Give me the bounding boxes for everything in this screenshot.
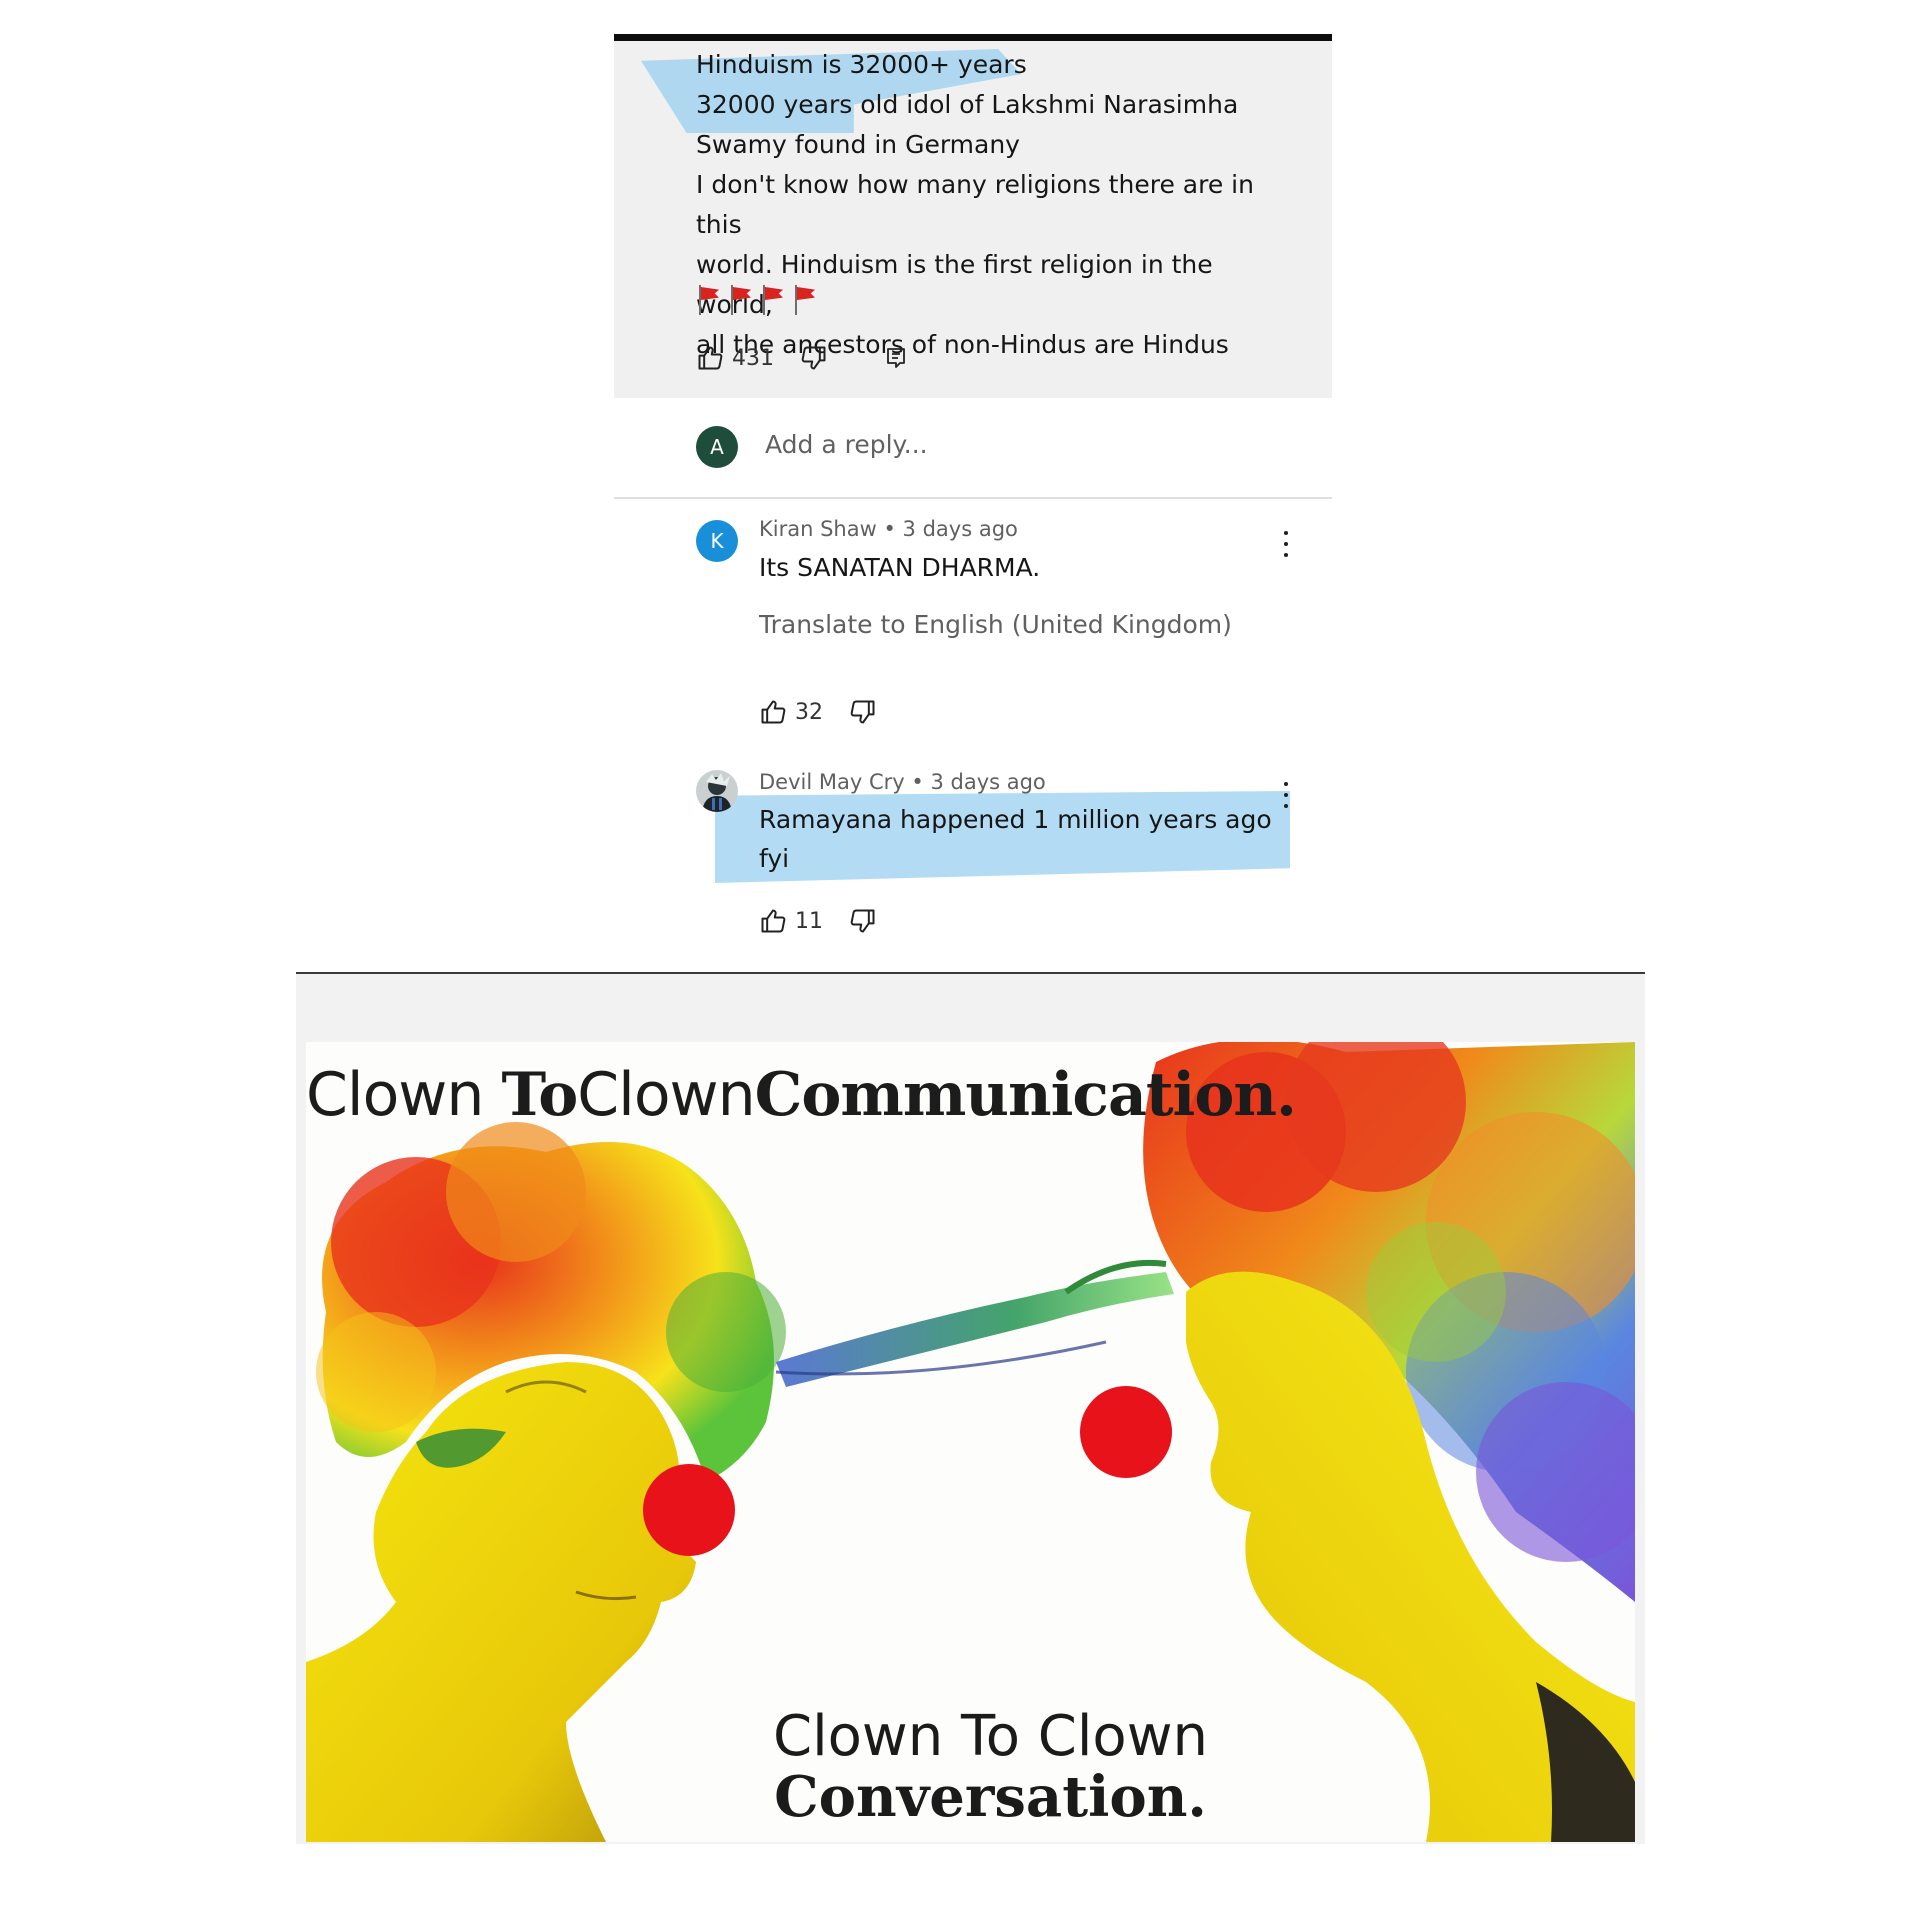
bottom-caption: Clown To Clown Conversation. <box>306 1704 1635 1830</box>
more-options-icon[interactable] <box>1283 531 1289 557</box>
avatar <box>696 770 738 812</box>
caption-part: Clown <box>306 1060 502 1130</box>
caption-part: Communication. <box>754 1060 1297 1130</box>
top-divider <box>614 34 1332 41</box>
add-reply-box[interactable]: A Add a reply... <box>614 398 1332 499</box>
reply-icon[interactable] <box>884 346 908 370</box>
reply-line: fyi <box>759 844 790 873</box>
meta-separator: • <box>911 770 924 794</box>
clown-nose <box>1080 1386 1172 1478</box>
like-count: 11 <box>795 908 823 934</box>
caption-part: To <box>501 1060 578 1130</box>
thumbs-up-icon[interactable] <box>759 698 787 726</box>
like-count: 431 <box>732 345 774 371</box>
meta-separator: • <box>883 517 896 541</box>
clown-meme-image: Clown ToClownCommunication. Clown To Clo… <box>306 1042 1635 1842</box>
comment-line: I don't know how many religions there ar… <box>696 170 1254 239</box>
more-options-icon[interactable] <box>1283 782 1289 808</box>
comment-line: Swamy found in Germany <box>696 130 1020 159</box>
like-count: 32 <box>795 699 823 725</box>
caption-part: Clown <box>577 1060 755 1130</box>
thumbs-up-icon[interactable] <box>759 907 787 935</box>
author-name[interactable]: Devil May Cry <box>759 770 905 794</box>
top-caption: Clown ToClownCommunication. <box>306 1060 1297 1130</box>
main-comment: Hinduism is 32000+ years 32000 years old… <box>614 41 1332 398</box>
reply-text: Its SANATAN DHARMA. <box>759 553 1041 582</box>
reply-input[interactable]: Add a reply... <box>765 430 928 459</box>
reply-meta: Kiran Shaw • 3 days ago <box>759 517 1018 541</box>
avatar: K <box>696 520 738 562</box>
meme-frame: Clown ToClownCommunication. Clown To Clo… <box>296 972 1645 1844</box>
caption-line: Clown To Clown <box>773 1704 1208 1769</box>
thumbs-up-icon[interactable] <box>696 344 724 372</box>
avatar: A <box>696 426 738 468</box>
thumbs-down-icon[interactable] <box>849 907 877 935</box>
flag-icon <box>728 285 752 315</box>
comment-actions: 431 <box>696 340 908 376</box>
reply-line: Ramayana happened 1 million years ago <box>759 805 1272 834</box>
flag-icon <box>792 285 816 315</box>
reply-actions: 32 <box>759 694 877 730</box>
reply-actions: 11 <box>759 903 877 939</box>
timestamp: 3 days ago <box>902 517 1018 541</box>
flag-emoji-row <box>696 285 816 319</box>
caption-line: Conversation. <box>774 1764 1207 1830</box>
flag-icon <box>760 285 784 315</box>
avatar-letter: A <box>710 435 724 459</box>
thumbs-down-icon[interactable] <box>849 698 877 726</box>
comment-screenshot: Hinduism is 32000+ years 32000 years old… <box>614 34 1332 958</box>
comment-line: 32000 years old idol of Lakshmi Narasimh… <box>696 90 1239 119</box>
reply-text: Ramayana happened 1 million years ago fy… <box>759 800 1272 878</box>
clown-nose <box>643 1464 735 1556</box>
comment-line: Hinduism is 32000+ years <box>696 50 1027 79</box>
thumbs-down-icon[interactable] <box>800 344 828 372</box>
flag-icon <box>696 285 720 315</box>
translate-link[interactable]: Translate to English (United Kingdom) <box>759 610 1232 639</box>
avatar-letter: K <box>710 529 724 553</box>
author-name[interactable]: Kiran Shaw <box>759 517 877 541</box>
image-canvas: Hinduism is 32000+ years 32000 years old… <box>0 0 1920 1920</box>
reply-meta: Devil May Cry • 3 days ago <box>759 770 1046 794</box>
timestamp: 3 days ago <box>930 770 1046 794</box>
